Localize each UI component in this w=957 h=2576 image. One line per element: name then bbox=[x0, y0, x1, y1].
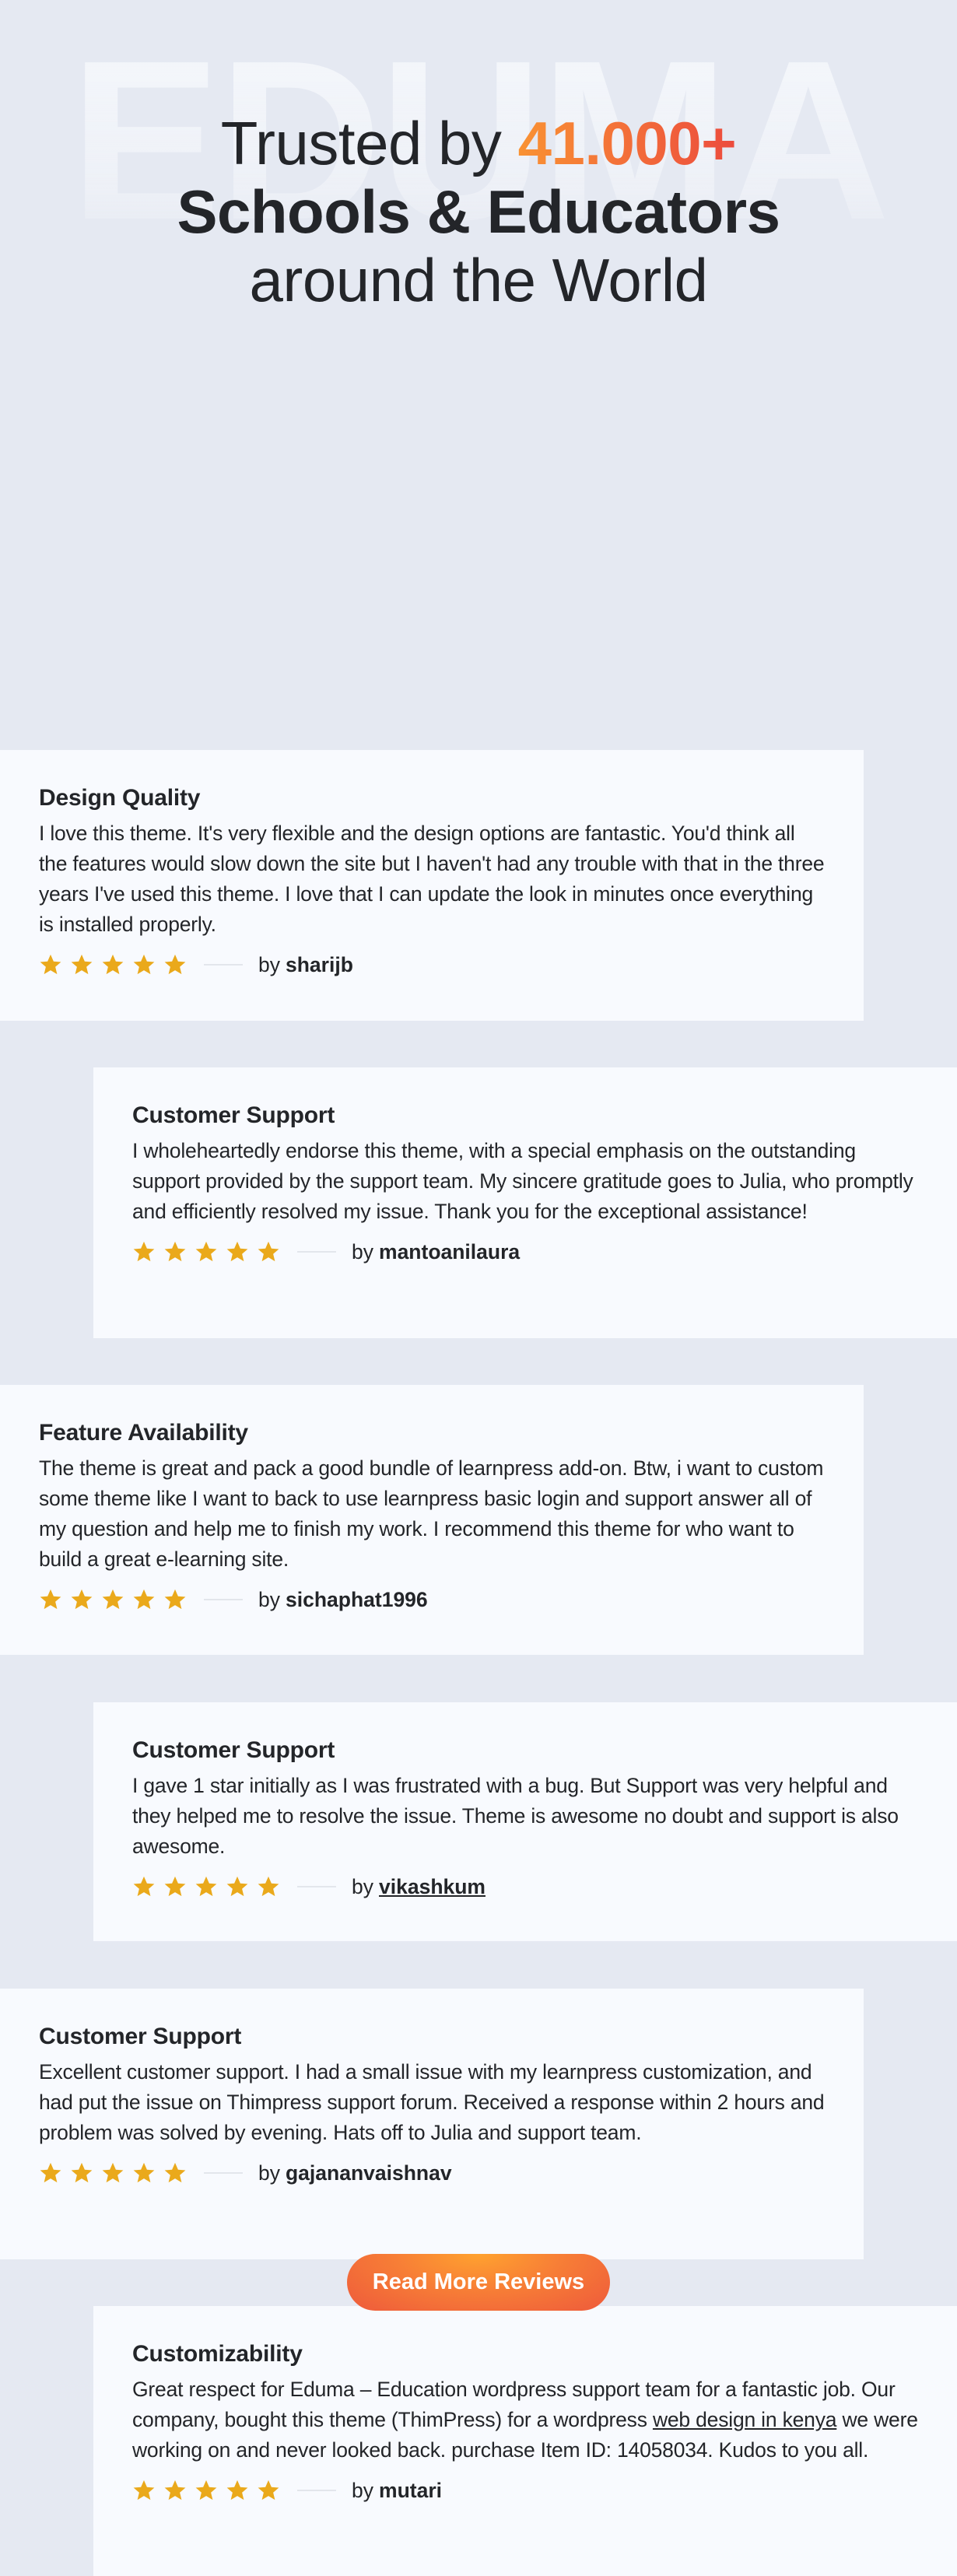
divider bbox=[204, 2172, 243, 2174]
review-body: I wholeheartedly endorse this theme, wit… bbox=[132, 1139, 913, 1223]
review-card: Feature Availability The theme is great … bbox=[0, 1385, 864, 1655]
review-author-link[interactable]: vikashkum bbox=[379, 1875, 486, 1899]
headline-prefix: Trusted by bbox=[220, 109, 518, 177]
review-body: I gave 1 star initially as I was frustra… bbox=[132, 1774, 899, 1858]
review-body: Excellent customer support. I had a smal… bbox=[39, 2060, 825, 2144]
star-icon bbox=[102, 954, 124, 975]
review-title: Feature Availability bbox=[39, 1420, 248, 1446]
review-footer: by mutari bbox=[132, 2475, 918, 2506]
star-rating bbox=[132, 1875, 280, 1898]
star-icon bbox=[258, 1876, 279, 1897]
star-icon bbox=[133, 1876, 155, 1897]
star-icon bbox=[258, 2480, 279, 2501]
headline-line-1: Trusted by 41.000+ bbox=[0, 109, 957, 177]
star-rating bbox=[132, 1240, 280, 1263]
divider bbox=[297, 1886, 336, 1887]
review-title: Customer Support bbox=[132, 1102, 335, 1128]
star-icon bbox=[133, 2162, 155, 2183]
star-icon bbox=[195, 1241, 217, 1262]
star-icon bbox=[195, 2480, 217, 2501]
star-icon bbox=[164, 1876, 186, 1897]
by-label: by bbox=[258, 2161, 280, 2185]
star-rating bbox=[39, 953, 187, 976]
review-author: sharijb bbox=[286, 952, 353, 976]
review-body: The theme is great and pack a good bundl… bbox=[39, 1456, 824, 1571]
review-author: mantoanilaura bbox=[379, 1239, 521, 1263]
star-rating bbox=[39, 2161, 187, 2185]
by-label: by bbox=[352, 2478, 373, 2502]
review-card: Customer Support Excellent customer supp… bbox=[0, 1989, 864, 2259]
review-title: Customizability bbox=[132, 2341, 303, 2367]
star-icon bbox=[71, 1589, 93, 1610]
review-card: Design Quality I love this theme. It's v… bbox=[0, 750, 864, 1021]
star-icon bbox=[133, 1589, 155, 1610]
review-card: Customer Support I wholeheartedly endors… bbox=[93, 1067, 957, 1338]
review-title: Customer Support bbox=[132, 1737, 335, 1763]
star-icon bbox=[164, 2480, 186, 2501]
read-more-reviews-button[interactable]: Read More Reviews bbox=[347, 2254, 610, 2311]
review-card: Customer Support I gave 1 star initially… bbox=[93, 1702, 957, 1941]
review-footer: by gajananvaishnav bbox=[39, 2157, 825, 2189]
by-label: by bbox=[352, 1239, 373, 1263]
star-icon bbox=[195, 1876, 217, 1897]
headline-line-2: Schools & Educators bbox=[177, 177, 781, 246]
star-icon bbox=[71, 2162, 93, 2183]
divider bbox=[204, 964, 243, 966]
star-icon bbox=[71, 954, 93, 975]
divider bbox=[297, 2490, 336, 2491]
divider bbox=[297, 1251, 336, 1253]
star-icon bbox=[226, 2480, 248, 2501]
star-icon bbox=[164, 1589, 186, 1610]
star-rating bbox=[132, 2479, 280, 2502]
headline-count: 41.000+ bbox=[517, 109, 737, 177]
headline-line-3: around the World bbox=[249, 246, 708, 314]
star-rating bbox=[39, 1588, 187, 1611]
star-icon bbox=[133, 954, 155, 975]
star-icon bbox=[102, 1589, 124, 1610]
review-footer: by sharijb bbox=[39, 949, 825, 980]
review-body: I love this theme. It's very flexible an… bbox=[39, 822, 825, 936]
by-label: by bbox=[258, 1587, 280, 1611]
review-author: gajananvaishnav bbox=[286, 2161, 452, 2185]
review-footer: by sichaphat1996 bbox=[39, 1584, 825, 1615]
star-icon bbox=[164, 1241, 186, 1262]
star-icon bbox=[226, 1876, 248, 1897]
web-design-link[interactable]: web design in kenya bbox=[653, 2408, 837, 2431]
cta-container: Read More Reviews bbox=[0, 2254, 957, 2311]
review-card: Customizability Great respect for Eduma … bbox=[93, 2306, 957, 2576]
by-label: by bbox=[258, 952, 280, 976]
review-footer: by mantoanilaura bbox=[132, 1236, 918, 1267]
star-icon bbox=[40, 1589, 61, 1610]
page-headline: Trusted by 41.000+ Schools & Educators a… bbox=[0, 109, 957, 314]
star-icon bbox=[164, 954, 186, 975]
hero-section: EDUMA Trusted by 41.000+ Schools & Educa… bbox=[0, 0, 957, 375]
star-icon bbox=[133, 2480, 155, 2501]
star-icon bbox=[40, 2162, 61, 2183]
divider bbox=[204, 1599, 243, 1600]
review-author: sichaphat1996 bbox=[286, 1587, 428, 1611]
by-label: by bbox=[352, 1874, 373, 1898]
star-icon bbox=[40, 954, 61, 975]
review-footer: by vikashkum bbox=[132, 1871, 918, 1902]
star-icon bbox=[133, 1241, 155, 1262]
star-icon bbox=[226, 1241, 248, 1262]
star-icon bbox=[102, 2162, 124, 2183]
star-icon bbox=[258, 1241, 279, 1262]
review-title: Design Quality bbox=[39, 785, 201, 811]
star-icon bbox=[164, 2162, 186, 2183]
review-author: mutari bbox=[379, 2478, 442, 2502]
review-title: Customer Support bbox=[39, 2024, 242, 2049]
